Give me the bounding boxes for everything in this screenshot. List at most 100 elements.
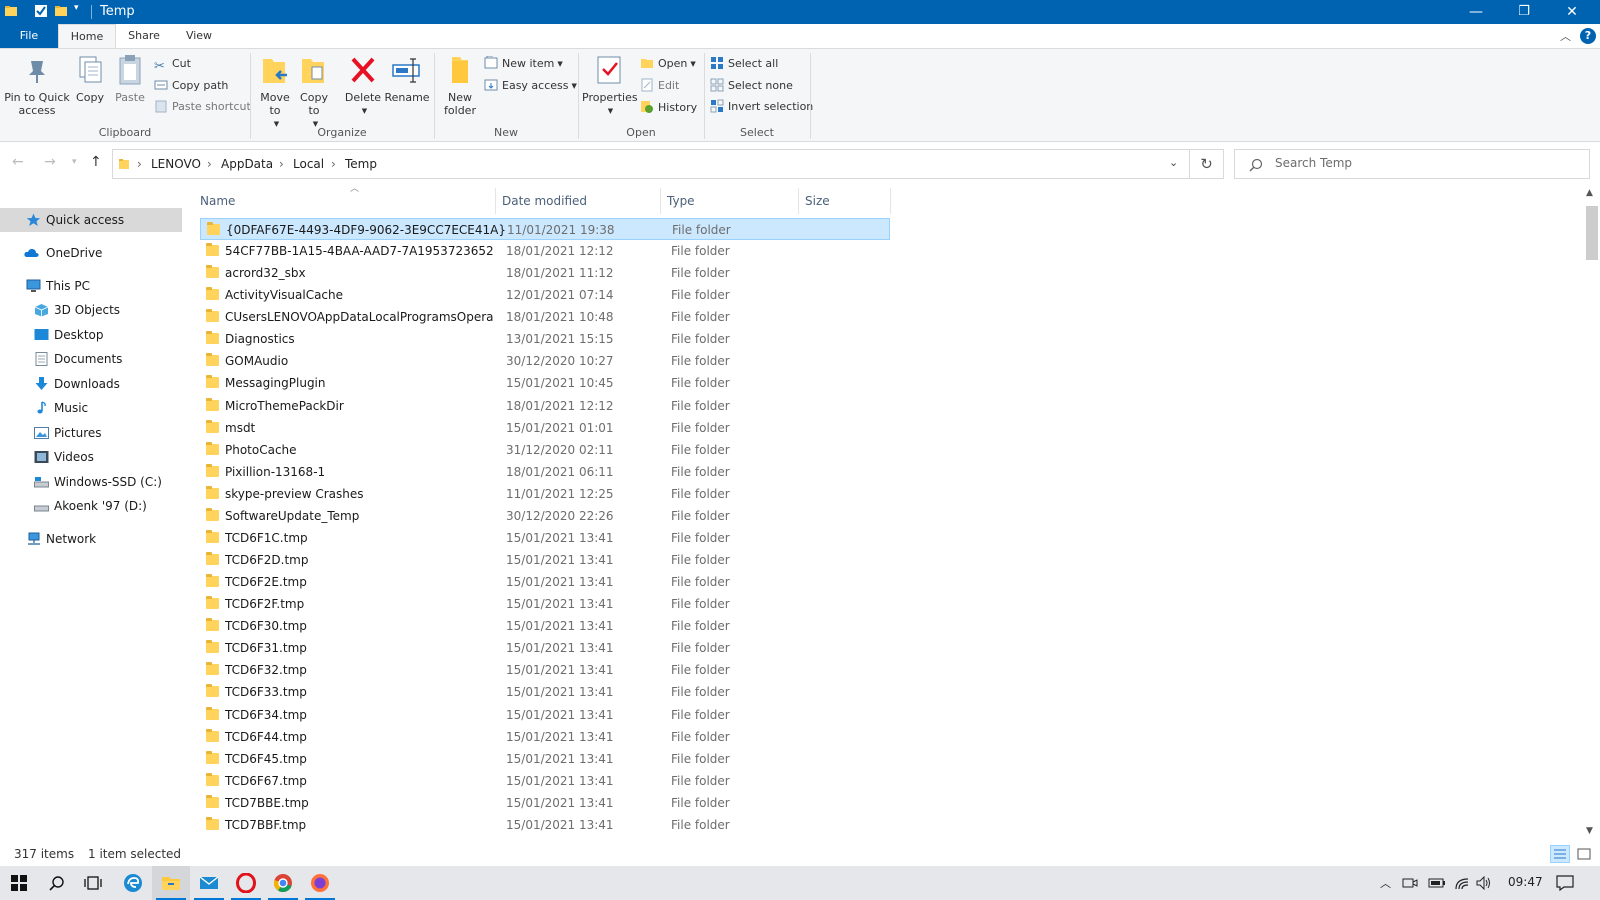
file-row[interactable]: ActivityVisualCache 12/01/2021 07:14 File … — [200, 284, 890, 306]
select-all-button[interactable]: Select all — [710, 55, 778, 73]
column-header-type[interactable]: Type — [661, 188, 799, 214]
file-row[interactable]: 54CF77BB-1A15-4BAA-AAD7-7A1953723652 18/0… — [200, 240, 890, 262]
breadcrumb-temp[interactable]: Temp — [345, 157, 377, 171]
properties-check-icon[interactable] — [34, 4, 48, 18]
breadcrumb-chevron-icon[interactable]: › — [137, 157, 142, 171]
show-hidden-icons-icon[interactable]: ︿ — [1380, 875, 1391, 891]
select-none-button[interactable]: Select none — [710, 77, 793, 95]
copy-path-button[interactable]: Copy path — [154, 77, 228, 95]
file-row[interactable]: TCD6F32.tmp 15/01/2021 13:41 File folder — [200, 659, 890, 681]
move-to-button[interactable]: Move to ▼ — [256, 53, 294, 131]
taskbar-chrome-button[interactable] — [264, 866, 302, 900]
file-row[interactable]: TCD6F33.tmp 15/01/2021 13:41 File folder — [200, 681, 890, 703]
back-arrow-icon[interactable]: ← — [12, 154, 24, 170]
new-folder-button[interactable]: New folder — [440, 53, 480, 117]
copy-button[interactable]: Copy — [70, 53, 110, 104]
edit-button[interactable]: Edit — [640, 77, 679, 95]
file-row[interactable]: TCD6F2D.tmp 15/01/2021 13:41 File folder — [200, 549, 890, 571]
file-row[interactable]: MicroThemePackDir 18/01/2021 12:12 File fo… — [200, 395, 890, 417]
file-row[interactable]: SoftwareUpdate_Temp 30/12/2020 22:26 File … — [200, 505, 890, 527]
scrollbar-thumb[interactable] — [1586, 206, 1598, 260]
easy-access-button[interactable]: Easy access ▼ — [484, 77, 577, 95]
file-row[interactable]: TCD6F2E.tmp 15/01/2021 13:41 File folder — [200, 571, 890, 593]
close-button[interactable]: ✕ — [1548, 0, 1596, 24]
delete-button[interactable]: Delete ▼ — [344, 53, 382, 118]
file-row[interactable]: TCD6F67.tmp 15/01/2021 13:41 File folder — [200, 770, 890, 792]
minimize-button[interactable]: — — [1452, 0, 1500, 24]
forward-arrow-icon[interactable]: → — [44, 154, 56, 170]
open-button[interactable]: Open ▼ — [640, 55, 696, 73]
cut-button[interactable]: ✂ Cut — [154, 55, 191, 74]
invert-selection-button[interactable]: Invert selection — [710, 98, 813, 116]
taskbar-file-explorer-button[interactable] — [152, 866, 190, 900]
nav-item-documents[interactable]: Documents — [0, 347, 182, 371]
meet-now-icon[interactable] — [1402, 876, 1418, 890]
nav-item-quick-access[interactable]: Quick access — [0, 208, 182, 232]
file-row[interactable]: PhotoCache 31/12/2020 02:11 File folder — [200, 439, 890, 461]
file-row[interactable]: TCD6F44.tmp 15/01/2021 13:41 File folder — [200, 726, 890, 748]
file-row[interactable]: skype-preview Crashes 11/01/2021 12:25 Fil… — [200, 483, 890, 505]
nav-item-desktop[interactable]: Desktop — [0, 323, 182, 347]
recent-locations-icon[interactable]: ▾ — [72, 157, 77, 167]
file-row[interactable]: Diagnostics 13/01/2021 15:15 File folder — [200, 328, 890, 350]
nav-item-drive-d[interactable]: Akoenk '97 (D:) — [0, 494, 182, 518]
breadcrumb-chevron-icon[interactable]: › — [331, 157, 336, 171]
volume-icon[interactable] — [1476, 876, 1492, 890]
paste-shortcut-button[interactable]: Paste shortcut — [154, 98, 251, 116]
file-row[interactable]: CUsersLENOVOAppDataLocalProgramsOpera 18/… — [200, 306, 890, 328]
search-input[interactable] — [1275, 156, 1575, 170]
refresh-button[interactable]: ↻ — [1190, 149, 1224, 179]
file-row[interactable]: {0DFAF67E-4493-4DF9-9062-3E9CC7ECE41A} 11… — [200, 218, 890, 240]
rename-button[interactable]: Rename — [384, 53, 430, 104]
column-header-date-modified[interactable]: Date modified — [496, 188, 661, 214]
tab-home[interactable]: Home — [58, 24, 116, 49]
vertical-scrollbar[interactable]: ▲ ▼ — [1583, 186, 1600, 842]
collapse-ribbon-icon[interactable]: ︿ — [1560, 28, 1571, 44]
breadcrumb-lenovo[interactable]: LENOVO — [151, 157, 201, 171]
breadcrumb-appdata[interactable]: AppData — [221, 157, 273, 171]
large-icons-view-button[interactable] — [1574, 845, 1594, 863]
start-button[interactable] — [0, 866, 38, 900]
breadcrumb-local[interactable]: Local — [293, 157, 324, 171]
file-row[interactable]: TCD7BBE.tmp 15/01/2021 13:41 File folder — [200, 792, 890, 814]
nav-item-3d-objects[interactable]: 3D Objects — [0, 298, 182, 322]
file-row[interactable]: TCD6F31.tmp 15/01/2021 13:41 File folder — [200, 637, 890, 659]
file-row[interactable]: TCD7BBF.tmp 15/01/2021 13:41 File folder — [200, 814, 890, 836]
history-button[interactable]: History — [640, 99, 697, 117]
nav-item-network[interactable]: Network — [0, 527, 182, 551]
breadcrumb-chevron-icon[interactable]: › — [207, 157, 212, 171]
copy-to-button[interactable]: Copy to ▼ — [296, 53, 332, 131]
file-row[interactable]: msdt 15/01/2021 01:01 File folder — [200, 417, 890, 439]
taskbar-opera-button[interactable] — [227, 866, 265, 900]
address-bar[interactable]: › LENOVO › AppData › Local › Temp ⌄ — [112, 149, 1190, 179]
tab-file[interactable]: File — [0, 24, 58, 48]
breadcrumb-chevron-icon[interactable]: › — [279, 157, 284, 171]
taskbar-mail-button[interactable] — [190, 866, 228, 900]
clock[interactable]: 09:47 — [1508, 875, 1543, 889]
details-view-button[interactable] — [1550, 845, 1570, 863]
file-row[interactable]: GOMAudio 30/12/2020 10:27 File folder — [200, 350, 890, 372]
search-box[interactable] — [1234, 149, 1590, 179]
scroll-down-arrow-icon[interactable]: ▼ — [1586, 826, 1593, 836]
file-row[interactable]: TCD6F34.tmp 15/01/2021 13:41 File folder — [200, 704, 890, 726]
up-arrow-icon[interactable]: ↑ — [90, 154, 102, 170]
paste-button[interactable]: Paste — [110, 53, 150, 104]
scroll-up-arrow-icon[interactable]: ▲ — [1586, 188, 1593, 198]
help-icon[interactable]: ? — [1580, 28, 1596, 44]
customize-qa-dropdown-icon[interactable]: ▾ — [74, 3, 79, 13]
column-header-size[interactable]: Size — [799, 188, 891, 214]
nav-item-this-pc[interactable]: This PC — [0, 274, 182, 298]
tab-view[interactable]: View — [172, 24, 226, 48]
address-dropdown-icon[interactable]: ⌄ — [1169, 156, 1178, 169]
file-row[interactable]: TCD6F45.tmp 15/01/2021 13:41 File folder — [200, 748, 890, 770]
column-header-name[interactable]: Name — [194, 188, 496, 214]
file-row[interactable]: TCD6F1C.tmp 15/01/2021 13:41 File folder — [200, 527, 890, 549]
file-row[interactable]: TCD6F30.tmp 15/01/2021 13:41 File folder — [200, 615, 890, 637]
taskbar-edge-button[interactable] — [114, 866, 152, 900]
file-row[interactable]: MessagingPlugin 15/01/2021 10:45 File fold… — [200, 372, 890, 394]
task-view-button[interactable] — [74, 866, 112, 900]
pin-to-quick-access-button[interactable]: Pin to Quick access — [4, 53, 70, 117]
battery-icon[interactable] — [1428, 877, 1446, 889]
nav-item-pictures[interactable]: Pictures — [0, 421, 182, 445]
new-folder-qa-icon[interactable] — [54, 4, 68, 18]
